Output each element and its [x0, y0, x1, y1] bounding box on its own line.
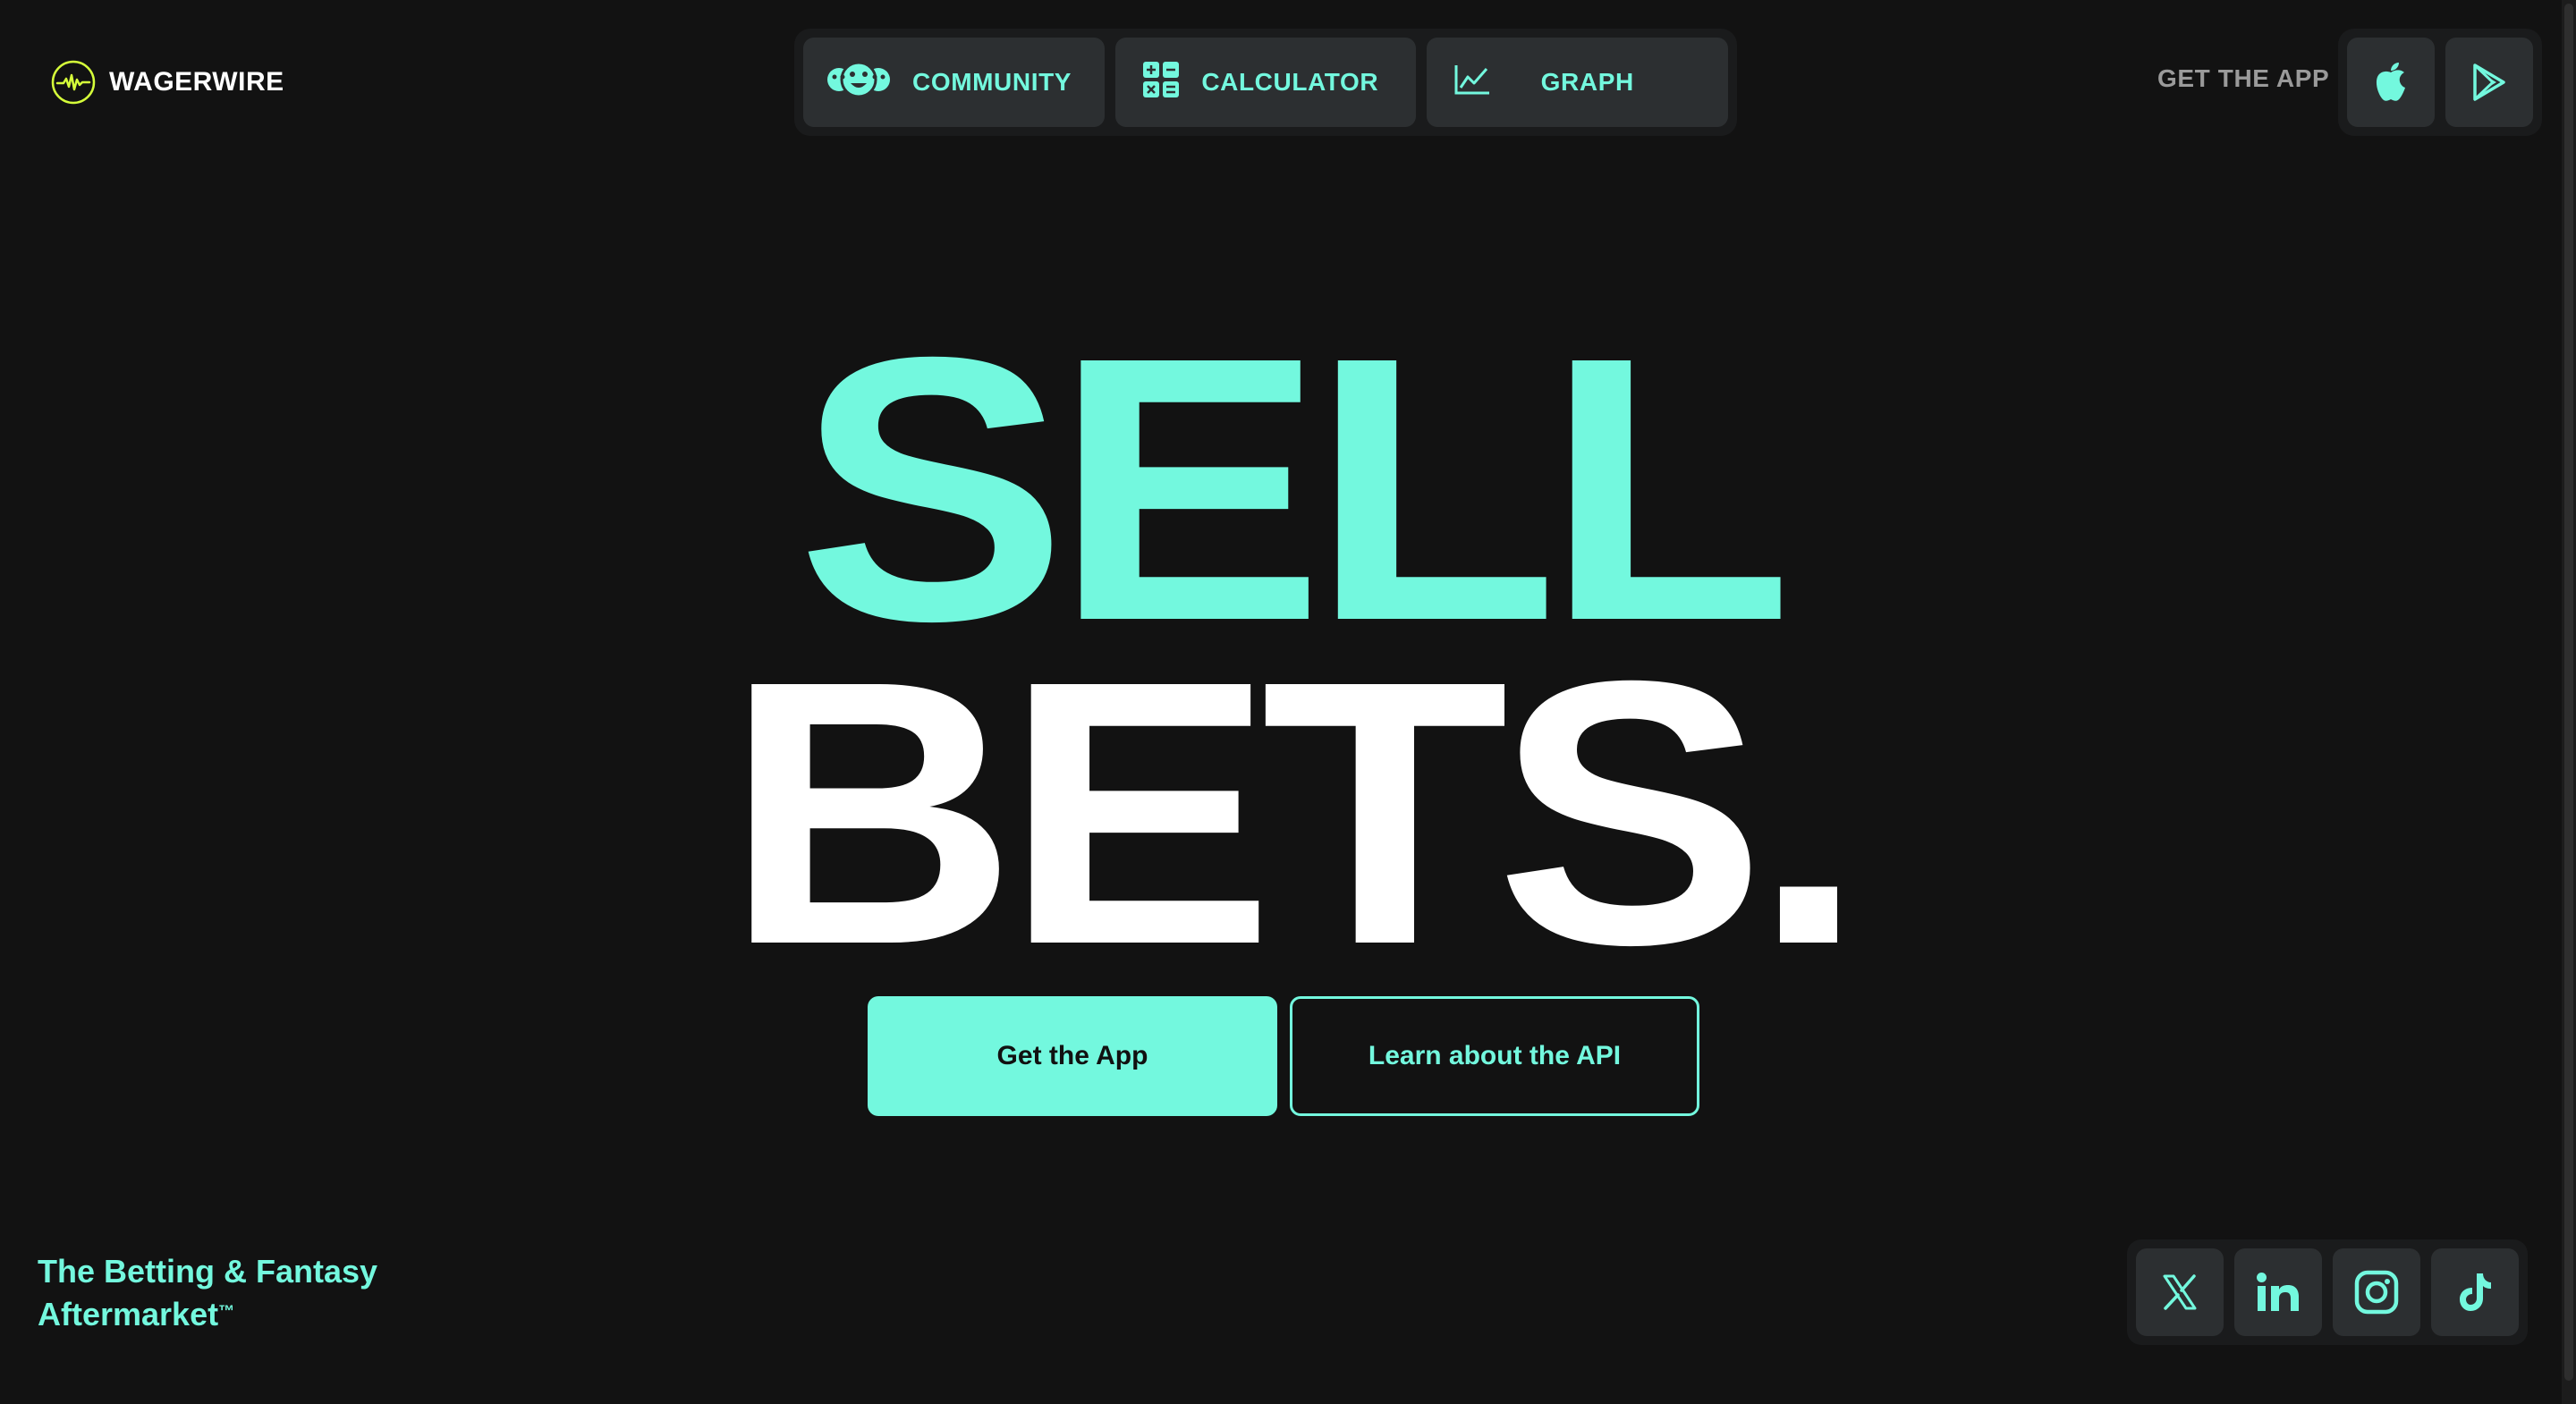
main-nav: COMMUNITY CALCULATOR GRAPH	[794, 29, 1737, 136]
social-links	[2127, 1239, 2528, 1345]
brand-name: WAGERWIRE	[109, 67, 284, 97]
app-store-button[interactable]	[2347, 38, 2435, 127]
x-button[interactable]	[2136, 1248, 2224, 1336]
google-play-button[interactable]	[2445, 38, 2533, 127]
get-app-button[interactable]: Get the App	[868, 996, 1277, 1116]
nav-item-label: COMMUNITY	[912, 68, 1072, 96]
landing-page: WAGERWIRE COMMUNITY CALCULATOR GRAPH GET…	[0, 0, 2576, 1404]
scrollbar-track[interactable]	[2562, 0, 2576, 1404]
tagline-line2-text: Aftermarket	[38, 1296, 219, 1332]
community-faces-icon	[826, 60, 891, 106]
nav-item-label: CALCULATOR	[1201, 68, 1379, 96]
scrollbar-thumb[interactable]	[2564, 4, 2573, 1381]
line-chart-icon	[1453, 63, 1491, 102]
learn-api-button[interactable]: Learn about the API	[1290, 996, 1699, 1116]
x-icon	[2163, 1274, 2197, 1310]
tagline-line1: The Betting & Fantasy	[38, 1253, 378, 1290]
nav-item-calculator[interactable]: CALCULATOR	[1115, 38, 1416, 127]
hero-headline-line2: BETS.	[724, 604, 1865, 1023]
tiktok-button[interactable]	[2431, 1248, 2519, 1336]
google-play-icon	[2473, 63, 2505, 101]
nav-item-graph[interactable]: GRAPH	[1426, 38, 1728, 127]
get-app-label: GET THE APP	[2157, 64, 2330, 92]
instagram-icon	[2354, 1270, 2399, 1315]
nav-item-community[interactable]: COMMUNITY	[803, 38, 1106, 127]
instagram-button[interactable]	[2333, 1248, 2420, 1336]
tagline: The Betting & Fantasy Aftermarket™	[38, 1250, 377, 1336]
brand-logo[interactable]: WAGERWIRE	[50, 57, 284, 107]
tiktok-icon	[2460, 1273, 2491, 1311]
linkedin-icon	[2257, 1273, 2299, 1311]
pulse-circle-icon	[51, 60, 96, 105]
calculator-icon	[1142, 61, 1180, 105]
linkedin-button[interactable]	[2234, 1248, 2322, 1336]
store-buttons	[2338, 29, 2542, 136]
apple-icon	[2376, 63, 2405, 101]
nav-item-label: GRAPH	[1540, 68, 1634, 96]
trademark-mark: ™	[218, 1302, 235, 1320]
tagline-line2: Aftermarket™	[38, 1293, 377, 1336]
